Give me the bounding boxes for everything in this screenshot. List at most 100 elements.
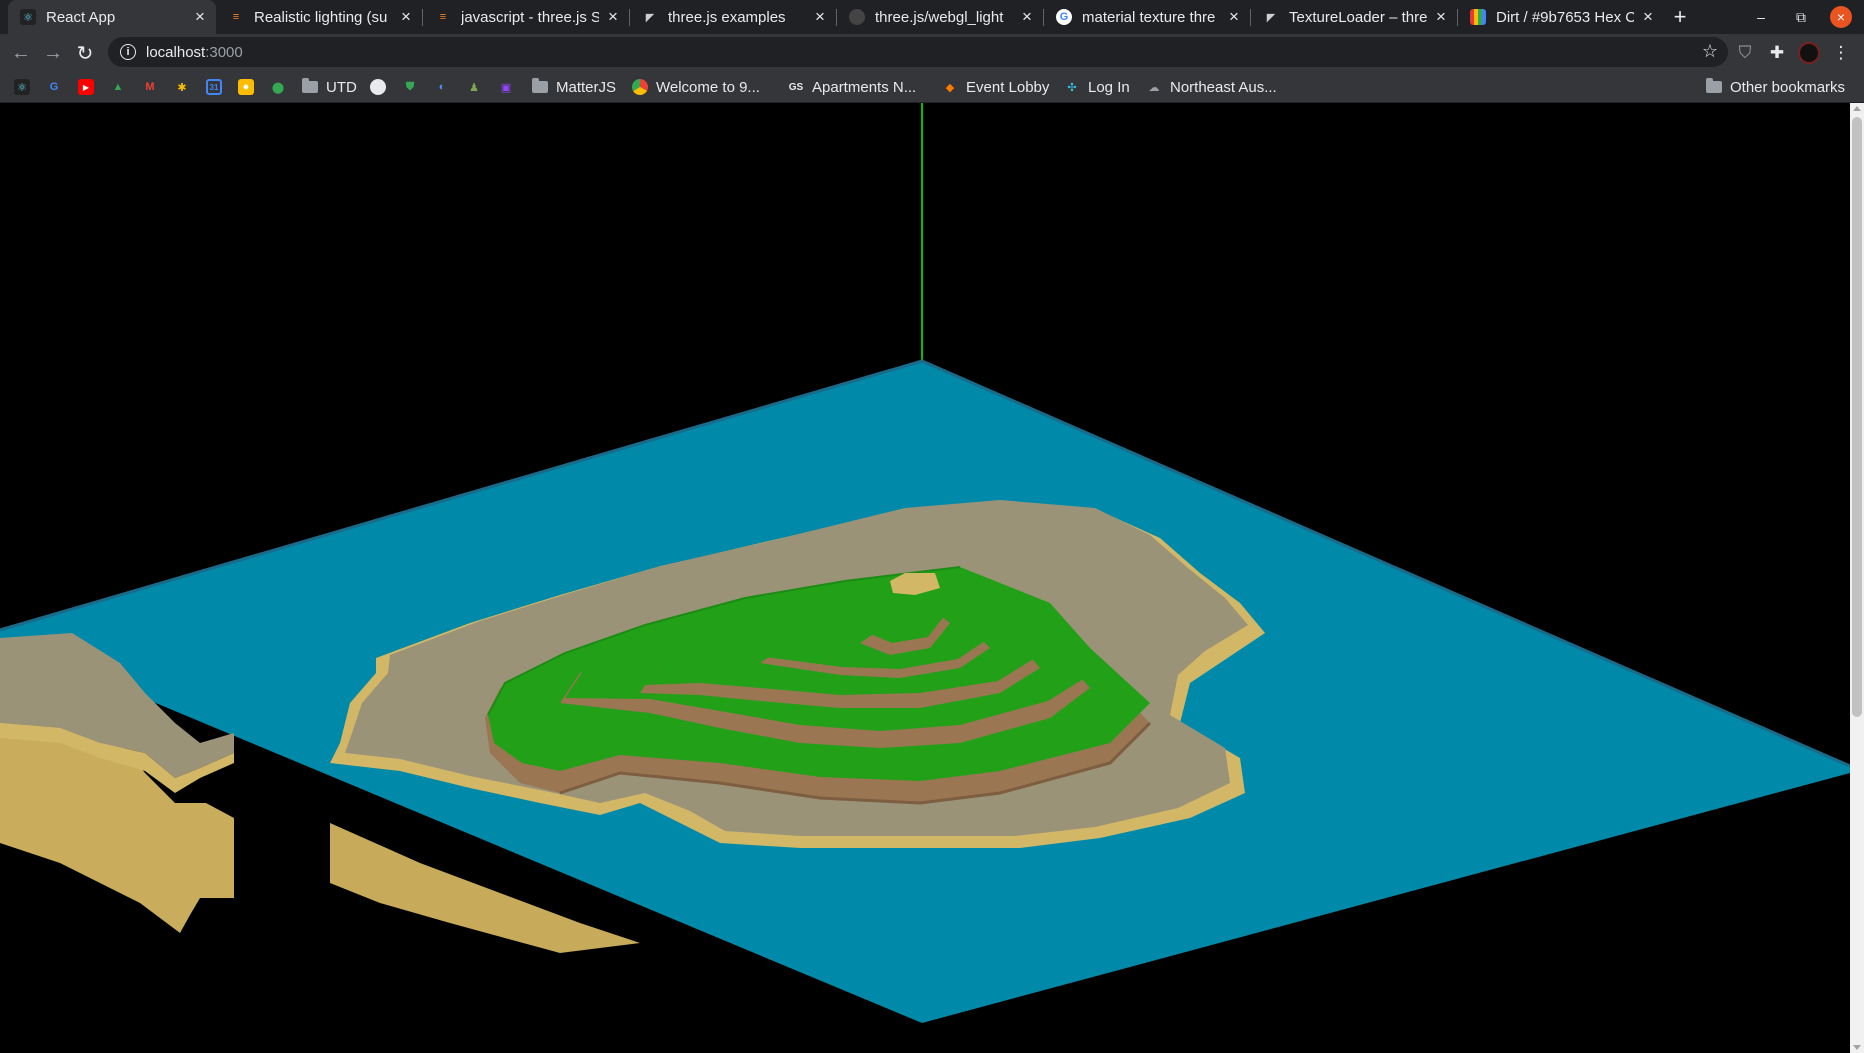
restore-icon: ⧉ — [1796, 8, 1806, 25]
scroll-down-icon[interactable] — [1853, 1045, 1861, 1050]
link-icon: ☁ — [1148, 81, 1160, 94]
bookmark-apartments[interactable]: GS Apartments N... — [788, 71, 916, 103]
stackoverflow-icon: ≡ — [439, 11, 447, 23]
profile-button[interactable] — [1796, 40, 1822, 66]
tab-label: Dirt / #9b7653 Hex C — [1496, 8, 1634, 26]
sync-icon: ◐ — [438, 81, 446, 93]
bookmarks-bar: ⚛ G ▶ ▲ M ✱ 31 ● ⬤ UTD ⛊ ◐ ♟ ▣ MatterJS … — [0, 71, 1864, 103]
reload-icon: ↻ — [76, 42, 94, 65]
keep-icon: ● — [238, 79, 254, 95]
bookmark-event-lobby[interactable]: ◆ Event Lobby — [942, 71, 1050, 103]
reload-button[interactable]: ↻ — [70, 38, 100, 68]
back-button[interactable]: ← — [6, 38, 36, 68]
close-window-button[interactable]: × — [1824, 0, 1858, 34]
bookmark-chess[interactable]: ♟ — [466, 71, 482, 103]
menu-button[interactable]: ⋮ — [1828, 40, 1854, 66]
scrollbar-thumb[interactable] — [1852, 117, 1862, 717]
tab-dirt-hex[interactable]: Dirt / #9b7653 Hex C × — [1458, 0, 1664, 34]
tab-webgl-light[interactable]: three.js/webgl_light × — [837, 0, 1043, 34]
event-icon: ◆ — [945, 81, 955, 94]
tab-label: React App — [46, 8, 116, 26]
drive-icon: ▲ — [112, 81, 124, 93]
scroll-up-icon[interactable] — [1853, 106, 1861, 111]
bookmark-label: Welcome to 9... — [656, 78, 760, 96]
bookmark-maps[interactable]: ⬤ — [270, 71, 286, 103]
close-icon[interactable]: × — [1640, 7, 1656, 27]
restore-button[interactable]: ⧉ — [1784, 0, 1818, 34]
chrome-icon — [632, 79, 648, 95]
github-icon — [370, 79, 386, 95]
bookmark-react[interactable]: ⚛ — [14, 71, 30, 103]
bookmark-log-in[interactable]: ✣ Log In — [1064, 71, 1130, 103]
tab-javascript-threejs[interactable]: ≡ javascript - three.js S × — [423, 0, 629, 34]
twitch-icon: ▣ — [500, 81, 512, 94]
google-icon: G — [49, 81, 59, 93]
folder-icon — [532, 78, 548, 93]
react-icon: ⚛ — [20, 9, 36, 25]
close-icon[interactable]: × — [1019, 7, 1035, 27]
bookmark-google[interactable]: G — [46, 71, 62, 103]
voxel-scene — [0, 103, 1850, 1023]
bookmark-youtube[interactable]: ▶ — [78, 71, 94, 103]
forward-button[interactable]: → — [38, 38, 68, 68]
star-icon[interactable]: ☆ — [1702, 41, 1718, 62]
close-icon[interactable]: × — [398, 7, 414, 27]
gs-icon: GS — [788, 81, 804, 93]
bookmark-drive[interactable]: ▲ — [110, 71, 126, 103]
bookmark-calendar[interactable]: 31 — [206, 71, 222, 103]
tab-material-texture[interactable]: G material texture thre × — [1044, 0, 1250, 34]
url-host: localhost — [146, 43, 206, 61]
close-icon[interactable]: × — [812, 7, 828, 27]
close-icon[interactable]: × — [1226, 7, 1242, 27]
minimize-icon: – — [1757, 9, 1765, 25]
folder-icon — [302, 78, 318, 93]
address-url[interactable]: localhost:3000 — [146, 44, 243, 61]
bookmark-northeast[interactable]: ☁ Northeast Aus... — [1146, 71, 1277, 103]
tab-label: Realistic lighting (su — [254, 8, 388, 26]
new-tab-button[interactable]: + — [1668, 0, 1692, 34]
tab-textureloader[interactable]: ◤ TextureLoader – thre × — [1251, 0, 1457, 34]
bookmark-label: Log In — [1088, 78, 1130, 96]
bookmark-label: MatterJS — [556, 78, 617, 96]
arrow-right-icon: → — [43, 41, 63, 64]
tab-label: three.js examples — [668, 8, 786, 26]
arrow-left-icon: ← — [11, 41, 31, 64]
avatar — [1798, 42, 1820, 64]
google-icon: G — [1056, 9, 1072, 25]
threejs-canvas[interactable] — [0, 103, 1850, 1053]
tab-label: material texture thre — [1082, 8, 1216, 26]
bookmark-label: Apartments N... — [812, 78, 917, 96]
threejs-icon: ◤ — [645, 11, 655, 24]
bookmark-shield[interactable]: ⛊ — [402, 71, 418, 103]
shield-extension-button[interactable]: ⛉ — [1732, 40, 1758, 66]
tab-realistic-lighting[interactable]: ≡ Realistic lighting (su × — [216, 0, 422, 34]
bookmark-welcome[interactable]: Welcome to 9... — [632, 71, 760, 103]
folder-icon — [1706, 78, 1722, 93]
bookmark-other[interactable]: Other bookmarks — [1706, 71, 1845, 103]
bookmark-folder-matterjs[interactable]: MatterJS — [532, 71, 616, 103]
bookmark-folder-utd[interactable]: UTD — [302, 71, 357, 103]
bookmark-keep[interactable]: ● — [238, 71, 254, 103]
bookmark-twitch[interactable]: ▣ — [498, 71, 514, 103]
toolbar: ← → ↻ i localhost:3000 ☆ ⛉ ✚ ⋮ — [0, 34, 1864, 71]
tab-react-app[interactable]: ⚛ React App × — [8, 0, 216, 34]
extensions-button[interactable]: ✚ — [1764, 40, 1790, 66]
close-icon[interactable]: × — [192, 7, 208, 27]
minimize-button[interactable]: – — [1744, 0, 1778, 34]
bookmark-sync[interactable]: ◐ — [434, 71, 450, 103]
info-icon[interactable]: i — [120, 44, 136, 60]
calendar-icon: 31 — [206, 79, 222, 95]
tab-threejs-examples[interactable]: ◤ three.js examples × — [630, 0, 836, 34]
vertical-scrollbar[interactable] — [1850, 103, 1864, 1053]
bookmark-github[interactable] — [370, 71, 386, 103]
maps-icon: ⬤ — [271, 81, 285, 94]
bookmark-gmail[interactable]: M — [142, 71, 158, 103]
bookmark-label: Other bookmarks — [1730, 78, 1846, 96]
close-icon[interactable]: × — [1433, 7, 1449, 27]
bookmark-photos[interactable]: ✱ — [174, 71, 190, 103]
chess-icon: ♟ — [469, 81, 479, 94]
tab-label: three.js/webgl_light — [875, 8, 1004, 26]
address-bar[interactable]: i localhost:3000 ☆ — [108, 37, 1728, 67]
close-icon[interactable]: × — [605, 7, 621, 27]
close-icon: × — [1830, 6, 1852, 28]
